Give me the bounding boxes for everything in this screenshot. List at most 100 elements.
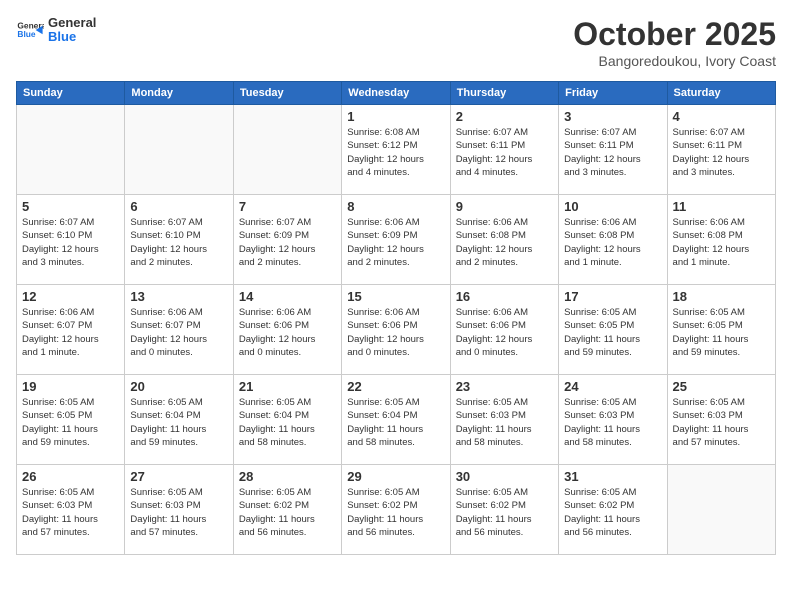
day-info: Sunrise: 6:05 AM Sunset: 6:02 PM Dayligh… bbox=[456, 486, 553, 539]
calendar-cell: 24Sunrise: 6:05 AM Sunset: 6:03 PM Dayli… bbox=[559, 375, 667, 465]
day-info: Sunrise: 6:06 AM Sunset: 6:06 PM Dayligh… bbox=[456, 306, 553, 359]
day-info: Sunrise: 6:05 AM Sunset: 6:03 PM Dayligh… bbox=[456, 396, 553, 449]
day-info: Sunrise: 6:05 AM Sunset: 6:03 PM Dayligh… bbox=[673, 396, 770, 449]
day-number: 15 bbox=[347, 289, 444, 304]
calendar-cell: 18Sunrise: 6:05 AM Sunset: 6:05 PM Dayli… bbox=[667, 285, 775, 375]
month-title: October 2025 bbox=[573, 16, 776, 53]
day-number: 26 bbox=[22, 469, 119, 484]
calendar-cell: 2Sunrise: 6:07 AM Sunset: 6:11 PM Daylig… bbox=[450, 105, 558, 195]
calendar-cell: 21 Sunrise: 6:05 AM Sunset: 6:04 PM Dayli… bbox=[233, 375, 341, 465]
calendar-week-2: 5 Sunrise: 6:07 AM Sunset: 6:10 PM Daylig… bbox=[17, 195, 776, 285]
day-number: 20 bbox=[130, 379, 227, 394]
calendar-cell: 15 Sunrise: 6:06 AM Sunset: 6:06 PM Dayli… bbox=[342, 285, 450, 375]
calendar-table: SundayMondayTuesdayWednesdayThursdayFrid… bbox=[16, 81, 776, 555]
calendar-cell: 7 Sunrise: 6:07 AM Sunset: 6:09 PM Daylig… bbox=[233, 195, 341, 285]
calendar-cell bbox=[233, 105, 341, 195]
logo: General Blue General Blue bbox=[16, 16, 96, 45]
calendar-cell bbox=[667, 465, 775, 555]
calendar-cell: 27 Sunrise: 6:05 AM Sunset: 6:03 PM Dayli… bbox=[125, 465, 233, 555]
calendar-cell: 19 Sunrise: 6:05 AM Sunset: 6:05 PM Dayli… bbox=[17, 375, 125, 465]
day-info: Sunrise: 6:06 AM Sunset: 6:06 PM Dayligh… bbox=[239, 306, 336, 359]
day-info: Sunrise: 6:07 AM Sunset: 6:09 PM Dayligh… bbox=[239, 216, 336, 269]
day-number: 21 bbox=[239, 379, 336, 394]
day-number: 24 bbox=[564, 379, 661, 394]
weekday-header-sunday: Sunday bbox=[17, 82, 125, 105]
day-info: Sunrise: 6:08 AM Sunset: 6:12 PM Dayligh… bbox=[347, 126, 444, 179]
calendar-week-1: 1 Sunrise: 6:08 AM Sunset: 6:12 PM Daylig… bbox=[17, 105, 776, 195]
weekday-header-row: SundayMondayTuesdayWednesdayThursdayFrid… bbox=[17, 82, 776, 105]
calendar-cell bbox=[17, 105, 125, 195]
day-info: Sunrise: 6:05 AM Sunset: 6:02 PM Dayligh… bbox=[347, 486, 444, 539]
day-info: Sunrise: 6:05 AM Sunset: 6:03 PM Dayligh… bbox=[130, 486, 227, 539]
page-header: General Blue General Blue October 2025 B… bbox=[16, 16, 776, 69]
calendar-cell: 3 Sunrise: 6:07 AM Sunset: 6:11 PM Daylig… bbox=[559, 105, 667, 195]
location: Bangoredoukou, Ivory Coast bbox=[573, 53, 776, 69]
calendar-body: 1 Sunrise: 6:08 AM Sunset: 6:12 PM Daylig… bbox=[17, 105, 776, 555]
svg-text:Blue: Blue bbox=[17, 29, 35, 39]
calendar-cell bbox=[125, 105, 233, 195]
calendar-cell: 20 Sunrise: 6:05 AM Sunset: 6:04 PM Dayli… bbox=[125, 375, 233, 465]
weekday-header-friday: Friday bbox=[559, 82, 667, 105]
day-number: 4 bbox=[673, 109, 770, 124]
calendar-cell: 9 Sunrise: 6:06 AM Sunset: 6:08 PM Daylig… bbox=[450, 195, 558, 285]
day-number: 10 bbox=[564, 199, 661, 214]
day-number: 3 bbox=[564, 109, 661, 124]
day-info: Sunrise: 6:07 AM Sunset: 6:10 PM Dayligh… bbox=[22, 216, 119, 269]
calendar-cell: 11 Sunrise: 6:06 AM Sunset: 6:08 PM Dayli… bbox=[667, 195, 775, 285]
day-info: Sunrise: 6:07 AM Sunset: 6:11 PM Dayligh… bbox=[564, 126, 661, 179]
calendar-cell: 23 Sunrise: 6:05 AM Sunset: 6:03 PM Dayli… bbox=[450, 375, 558, 465]
calendar-cell: 4 Sunrise: 6:07 AM Sunset: 6:11 PM Daylig… bbox=[667, 105, 775, 195]
calendar-cell: 29 Sunrise: 6:05 AM Sunset: 6:02 PM Dayli… bbox=[342, 465, 450, 555]
day-info: Sunrise: 6:05 AM Sunset: 6:04 PM Dayligh… bbox=[130, 396, 227, 449]
day-info: Sunrise: 6:05 AM Sunset: 6:05 PM Dayligh… bbox=[673, 306, 770, 359]
day-info: Sunrise: 6:07 AM Sunset: 6:11 PM Dayligh… bbox=[673, 126, 770, 179]
calendar-cell: 25 Sunrise: 6:05 AM Sunset: 6:03 PM Dayli… bbox=[667, 375, 775, 465]
day-info: Sunrise: 6:07 AM Sunset: 6:11 PM Dayligh… bbox=[456, 126, 553, 179]
calendar-cell: 8 Sunrise: 6:06 AM Sunset: 6:09 PM Daylig… bbox=[342, 195, 450, 285]
calendar-cell: 31Sunrise: 6:05 AM Sunset: 6:02 PM Dayli… bbox=[559, 465, 667, 555]
day-number: 8 bbox=[347, 199, 444, 214]
day-info: Sunrise: 6:05 AM Sunset: 6:04 PM Dayligh… bbox=[239, 396, 336, 449]
day-info: Sunrise: 6:06 AM Sunset: 6:06 PM Dayligh… bbox=[347, 306, 444, 359]
calendar-cell: 28 Sunrise: 6:05 AM Sunset: 6:02 PM Dayli… bbox=[233, 465, 341, 555]
weekday-header-monday: Monday bbox=[125, 82, 233, 105]
day-info: Sunrise: 6:05 AM Sunset: 6:02 PM Dayligh… bbox=[239, 486, 336, 539]
day-number: 5 bbox=[22, 199, 119, 214]
day-info: Sunrise: 6:05 AM Sunset: 6:02 PM Dayligh… bbox=[564, 486, 661, 539]
weekday-header-tuesday: Tuesday bbox=[233, 82, 341, 105]
day-number: 29 bbox=[347, 469, 444, 484]
day-number: 9 bbox=[456, 199, 553, 214]
calendar-week-5: 26 Sunrise: 6:05 AM Sunset: 6:03 PM Dayli… bbox=[17, 465, 776, 555]
calendar-cell: 13Sunrise: 6:06 AM Sunset: 6:07 PM Dayli… bbox=[125, 285, 233, 375]
day-info: Sunrise: 6:06 AM Sunset: 6:08 PM Dayligh… bbox=[673, 216, 770, 269]
day-number: 1 bbox=[347, 109, 444, 124]
day-number: 23 bbox=[456, 379, 553, 394]
day-number: 28 bbox=[239, 469, 336, 484]
calendar-cell: 22 Sunrise: 6:05 AM Sunset: 6:04 PM Dayli… bbox=[342, 375, 450, 465]
weekday-header-thursday: Thursday bbox=[450, 82, 558, 105]
day-info: Sunrise: 6:05 AM Sunset: 6:05 PM Dayligh… bbox=[22, 396, 119, 449]
calendar-week-3: 12Sunrise: 6:06 AM Sunset: 6:07 PM Dayli… bbox=[17, 285, 776, 375]
day-info: Sunrise: 6:07 AM Sunset: 6:10 PM Dayligh… bbox=[130, 216, 227, 269]
day-number: 25 bbox=[673, 379, 770, 394]
logo-icon: General Blue bbox=[16, 16, 44, 44]
day-number: 7 bbox=[239, 199, 336, 214]
weekday-header-saturday: Saturday bbox=[667, 82, 775, 105]
day-number: 6 bbox=[130, 199, 227, 214]
day-number: 22 bbox=[347, 379, 444, 394]
logo-blue: Blue bbox=[48, 30, 96, 44]
calendar-cell: 26Sunrise: 6:05 AM Sunset: 6:03 PM Dayli… bbox=[17, 465, 125, 555]
calendar-cell: 6 Sunrise: 6:07 AM Sunset: 6:10 PM Daylig… bbox=[125, 195, 233, 285]
day-number: 30 bbox=[456, 469, 553, 484]
calendar-cell: 10Sunrise: 6:06 AM Sunset: 6:08 PM Dayli… bbox=[559, 195, 667, 285]
day-number: 14 bbox=[239, 289, 336, 304]
calendar-cell: 1 Sunrise: 6:08 AM Sunset: 6:12 PM Daylig… bbox=[342, 105, 450, 195]
calendar-cell: 14 Sunrise: 6:06 AM Sunset: 6:06 PM Dayli… bbox=[233, 285, 341, 375]
title-block: October 2025 Bangoredoukou, Ivory Coast bbox=[573, 16, 776, 69]
day-info: Sunrise: 6:05 AM Sunset: 6:04 PM Dayligh… bbox=[347, 396, 444, 449]
day-info: Sunrise: 6:06 AM Sunset: 6:08 PM Dayligh… bbox=[456, 216, 553, 269]
day-info: Sunrise: 6:06 AM Sunset: 6:09 PM Dayligh… bbox=[347, 216, 444, 269]
day-number: 19 bbox=[22, 379, 119, 394]
day-number: 27 bbox=[130, 469, 227, 484]
day-number: 11 bbox=[673, 199, 770, 214]
